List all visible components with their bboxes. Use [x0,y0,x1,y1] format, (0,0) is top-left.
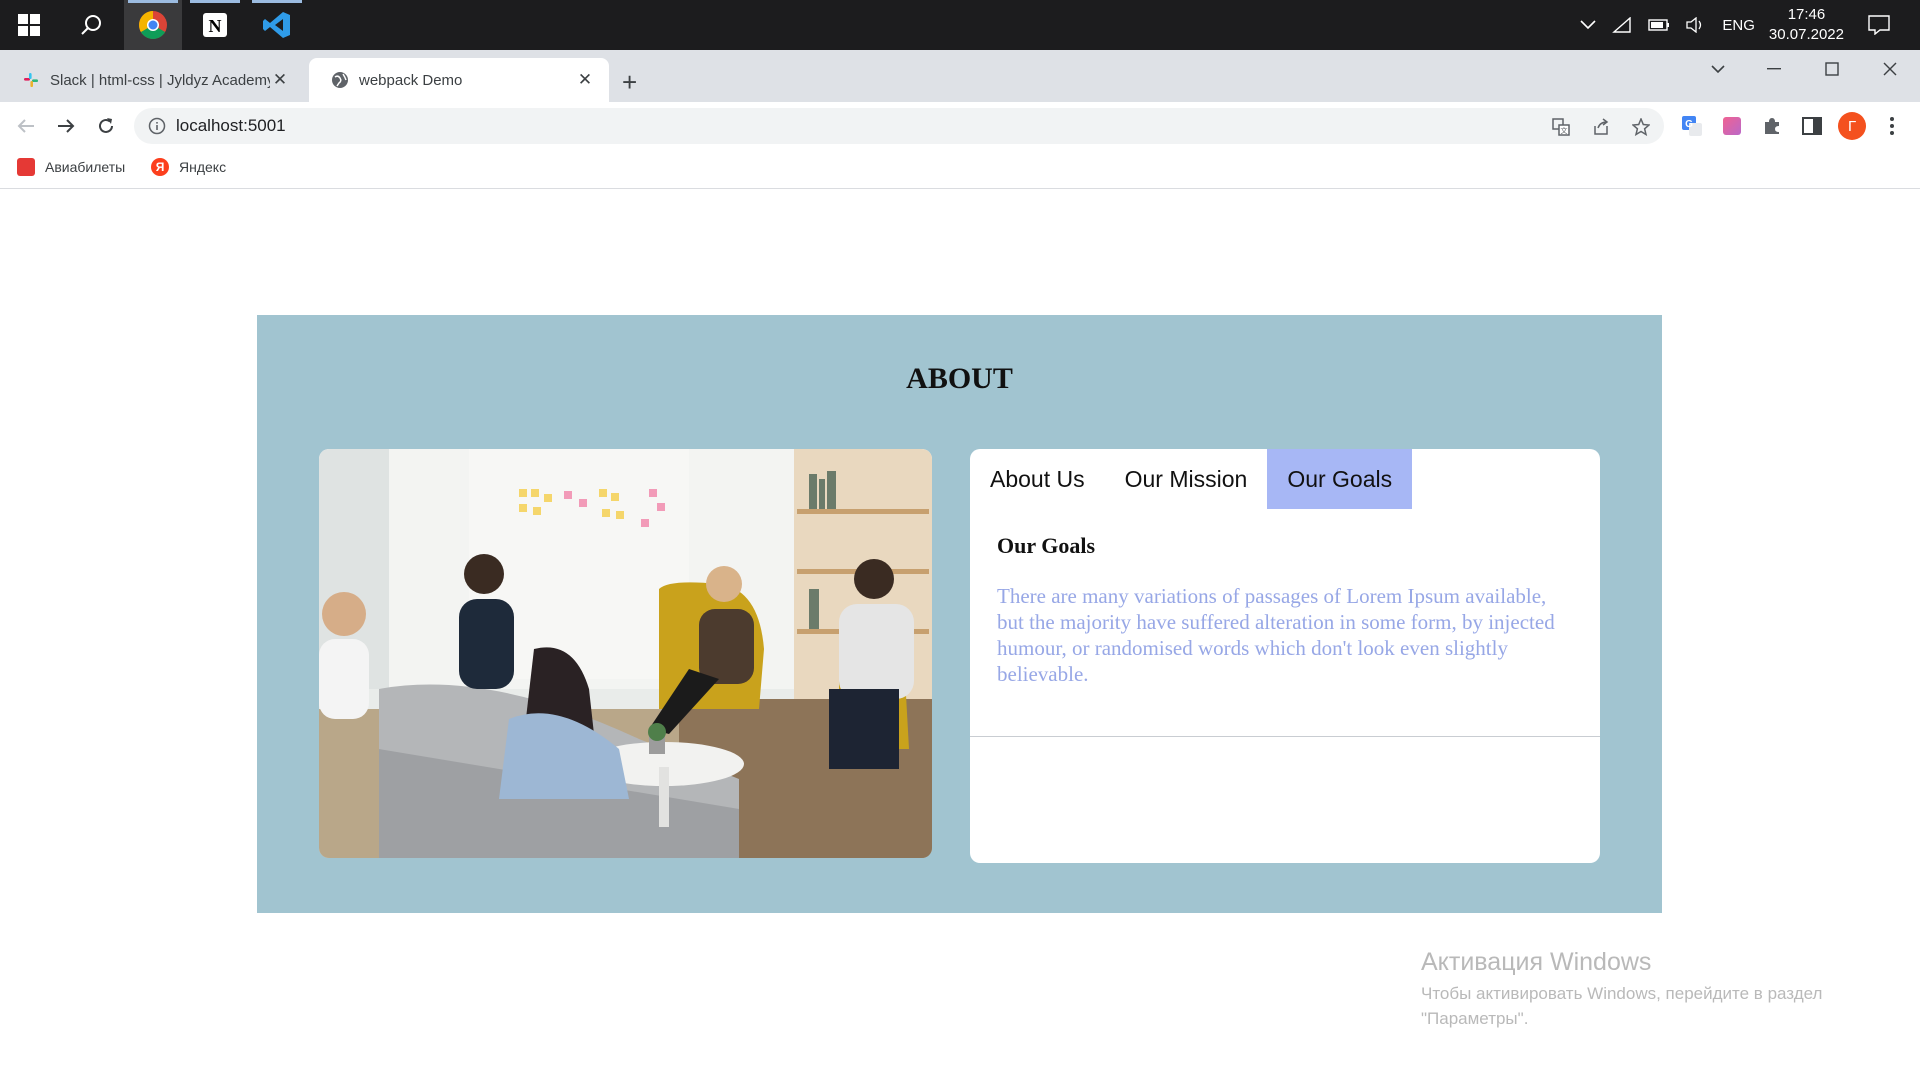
watermark-title: Активация Windows [1421,948,1652,976]
battery-icon[interactable] [1648,19,1670,31]
taskbar-notion-button[interactable]: N [186,0,244,50]
section-title: ABOUT [906,362,1013,395]
bookmarks-bar: Авиабилеты Я Яндекс [0,150,1920,189]
taskbar-vscode-button[interactable] [248,0,306,50]
address-bar[interactable]: localhost:5001 文 [134,108,1664,144]
panel-text: There are many variations of passages of… [997,584,1555,686]
aviatickets-icon [17,158,35,176]
tabs-card: About Us Our Mission Our Goals Our Goals… [970,449,1600,863]
profile-avatar[interactable]: Г [1838,112,1866,140]
globe-icon [331,71,349,89]
minimize-button[interactable] [1754,54,1794,84]
browser-toolbar: localhost:5001 文 G Г [0,102,1920,150]
tab-search-icon[interactable] [1698,54,1738,84]
tab-slack[interactable]: Slack | html-css | Jyldyz Academy ✕ [0,58,304,102]
maximize-button[interactable] [1812,54,1852,84]
team-meeting-illustration [319,449,932,858]
windows-start-button[interactable] [0,0,58,50]
panel-heading: Our Goals [997,533,1096,558]
chevron-up-icon[interactable] [1580,20,1596,30]
windows-taskbar: N ENG 17:46 30.07.2022 [0,0,1920,50]
wifi-icon[interactable] [1612,17,1632,33]
tab-our-mission[interactable]: Our Mission [1105,449,1268,509]
close-icon[interactable]: ✕ [270,70,290,90]
side-panel-icon[interactable] [1800,114,1824,138]
gradient-extension-icon[interactable] [1720,114,1744,138]
close-icon[interactable]: ✕ [575,70,595,90]
bookmark-star-icon[interactable] [1630,116,1652,138]
extensions-puzzle-icon[interactable] [1760,114,1784,138]
tab-title: Slack | html-css | Jyldyz Academy [50,71,270,89]
url-text: localhost:5001 [176,116,286,135]
watermark-subtitle: Чтобы активировать Windows, перейдите в … [1421,984,1823,1028]
clock[interactable]: 17:46 30.07.2022 [1769,5,1844,45]
share-icon[interactable] [1590,116,1612,138]
vscode-icon [263,12,290,38]
tab-list: About Us Our Mission Our Goals [970,449,1413,509]
slack-icon [22,71,40,89]
menu-kebab-icon[interactable] [1880,114,1904,138]
bookmark-yandex[interactable]: Я Яндекс [151,158,226,176]
close-window-button[interactable] [1870,54,1910,84]
notifications-icon[interactable] [1868,15,1890,35]
chrome-icon [139,11,167,39]
back-button[interactable] [12,112,40,140]
tab-title: webpack Demo [359,71,463,89]
tab-webpack-demo[interactable]: webpack Demo ✕ [309,58,609,102]
notion-icon: N [203,13,227,37]
forward-button[interactable] [52,112,80,140]
yandex-icon: Я [151,158,169,176]
windows-logo-icon [18,14,40,36]
info-icon[interactable] [148,117,166,135]
bookmark-label: Яндекс [179,159,227,175]
svg-text:N: N [209,16,222,36]
svg-text:G: G [1685,119,1693,130]
google-translate-extension-icon[interactable]: G [1680,114,1704,138]
bookmark-aviatickets[interactable]: Авиабилеты [17,158,125,176]
bookmark-label: Авиабилеты [45,159,126,175]
new-tab-button[interactable]: + [622,69,637,95]
clock-date: 30.07.2022 [1768,26,1844,43]
system-tray: ENG 17:46 30.07.2022 [1572,0,1920,50]
taskbar-chrome-button[interactable] [124,0,182,50]
browser-tab-strip: Slack | html-css | Jyldyz Academy ✕ webp… [0,50,1920,102]
speaker-icon[interactable] [1686,17,1706,33]
reload-button[interactable] [92,112,120,140]
divider [970,736,1600,737]
team-meeting-photo [319,449,932,858]
tab-about-us[interactable]: About Us [970,449,1105,509]
translate-icon[interactable]: 文 [1550,116,1572,138]
windows-activation-watermark: Активация Windows Чтобы активировать Win… [1421,948,1871,1031]
search-icon [81,15,101,35]
taskbar-search-button[interactable] [62,0,120,50]
language-indicator[interactable]: ENG [1722,17,1755,34]
tab-our-goals[interactable]: Our Goals [1267,449,1413,509]
svg-text:文: 文 [1561,126,1568,135]
about-section: ABOUT About Us Our Mission Our Goals Our… [257,315,1662,913]
clock-time: 17:46 [1787,6,1826,23]
